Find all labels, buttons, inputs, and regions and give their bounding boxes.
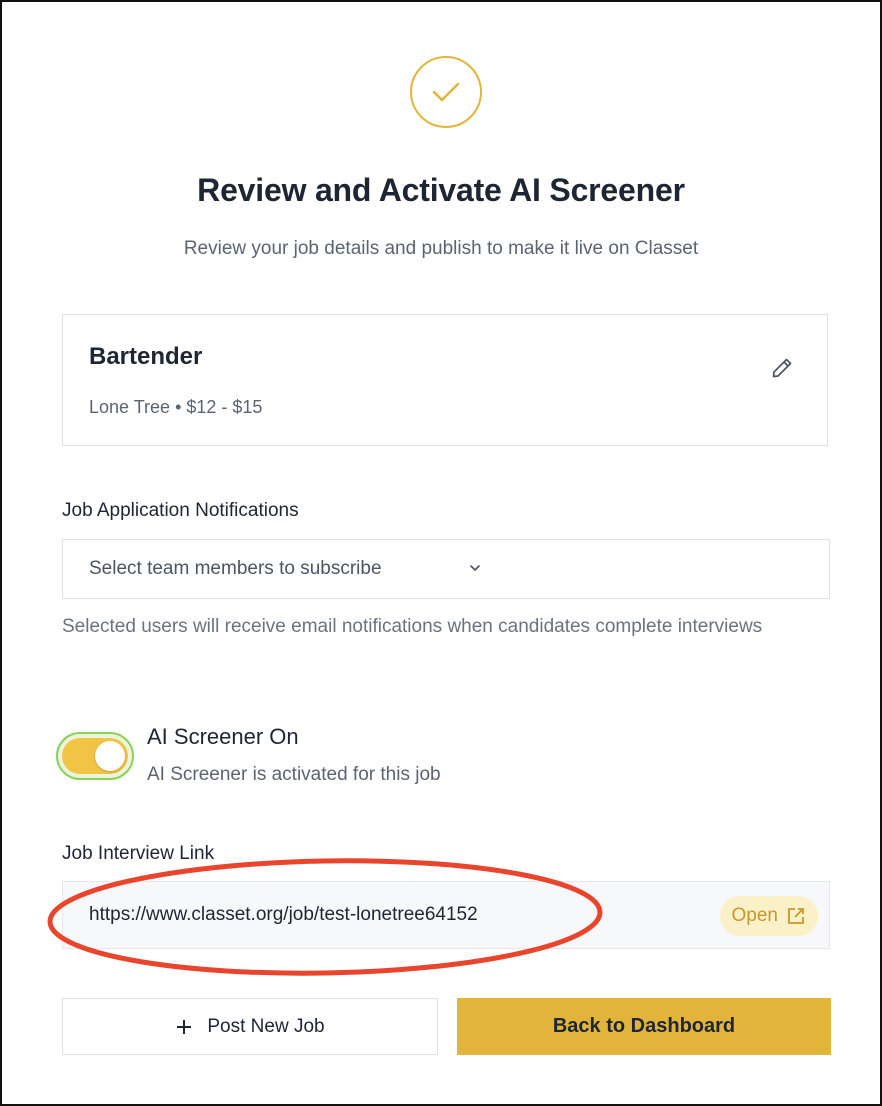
interview-link-label: Job Interview Link xyxy=(62,843,215,864)
ai-screener-title: AI Screener On xyxy=(147,724,299,749)
job-summary-card: Bartender Lone Tree • $12 - $15 xyxy=(62,314,828,446)
pencil-icon xyxy=(772,358,792,378)
plus-icon xyxy=(177,1019,192,1034)
external-link-icon xyxy=(788,908,804,924)
post-new-job-button[interactable]: Post New Job xyxy=(62,998,438,1055)
select-placeholder: Select team members to subscribe xyxy=(89,558,382,579)
edit-job-button[interactable] xyxy=(767,353,797,383)
job-meta: Lone Tree • $12 - $15 xyxy=(89,397,263,417)
ai-screener-description: AI Screener is activated for this job xyxy=(147,764,441,785)
team-members-select[interactable]: Select team members to subscribe xyxy=(62,539,830,599)
notifications-helper-text: Selected users will receive email notifi… xyxy=(62,616,763,637)
page-title: Review and Activate AI Screener xyxy=(197,172,685,208)
interview-link-url[interactable]: https://www.classet.org/job/test-lonetre… xyxy=(89,904,478,926)
job-title: Bartender xyxy=(89,343,203,370)
open-link-label: Open xyxy=(731,905,778,926)
chevron-down-icon xyxy=(467,560,483,581)
back-to-dashboard-button[interactable]: Back to Dashboard xyxy=(457,998,831,1055)
post-new-job-label: Post New Job xyxy=(207,1015,325,1037)
check-circle-icon xyxy=(410,56,482,128)
notifications-label: Job Application Notifications xyxy=(62,500,299,521)
interview-link-field: https://www.classet.org/job/test-lonetre… xyxy=(62,881,830,949)
toggle-focus-ring xyxy=(56,732,134,780)
ai-screener-toggle[interactable] xyxy=(62,738,128,774)
open-link-button[interactable]: Open xyxy=(719,896,818,936)
back-to-dashboard-label: Back to Dashboard xyxy=(552,1015,736,1037)
toggle-knob xyxy=(95,741,125,771)
page-subtitle: Review your job details and publish to m… xyxy=(183,238,699,259)
